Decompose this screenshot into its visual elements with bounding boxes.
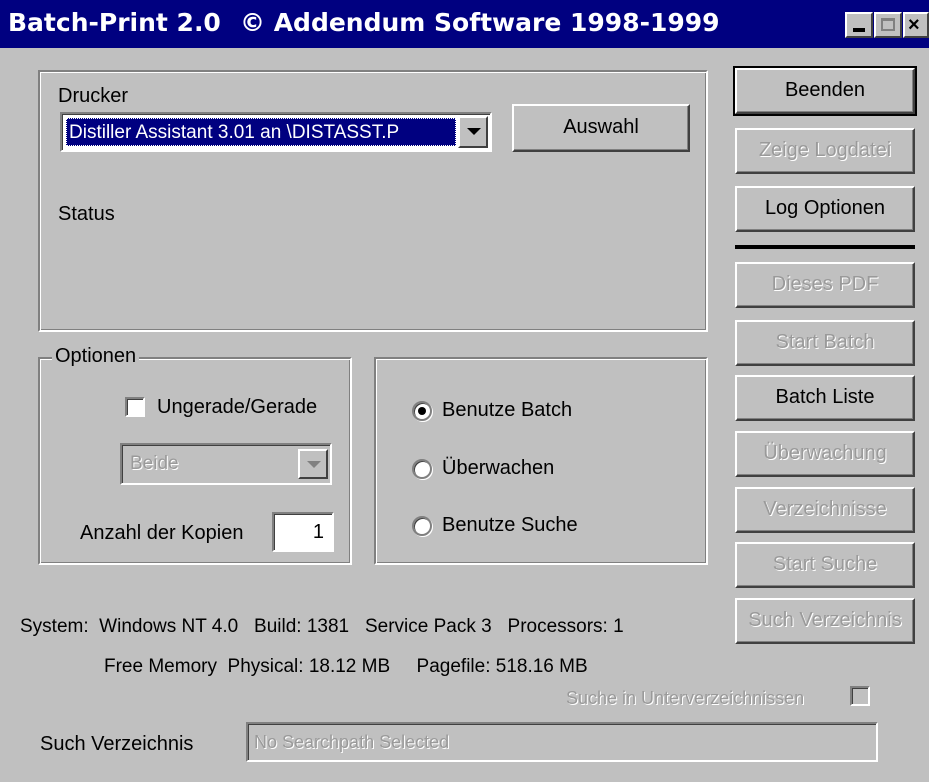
dieses-pdf-button[interactable]: Dieses PDF bbox=[735, 262, 915, 308]
chevron-down-icon bbox=[467, 128, 481, 135]
printer-label: Drucker bbox=[58, 85, 129, 107]
log-optionen-button[interactable]: Log Optionen bbox=[735, 186, 915, 232]
odd-even-label: Ungerade/Gerade bbox=[157, 396, 318, 418]
search-subdirs-label: Suche in Unterverzeichnissen bbox=[566, 688, 805, 708]
search-subdirs-checkbox[interactable] bbox=[850, 686, 870, 706]
batch-print-window: Batch-Print 2.0 © Addendum Software 1998… bbox=[0, 0, 929, 782]
close-icon: × bbox=[908, 14, 920, 36]
chevron-down-icon bbox=[307, 461, 321, 468]
such-verzeichnis-button[interactable]: Such Verzeichnis bbox=[735, 598, 915, 644]
memory-info-line: Free Memory Physical: 18.12 MB Pagefile:… bbox=[104, 656, 588, 677]
copies-input[interactable]: 1 bbox=[272, 512, 334, 552]
verzeichnisse-button[interactable]: Verzeichnisse bbox=[735, 487, 915, 533]
copies-label: Anzahl der Kopien bbox=[80, 522, 244, 544]
search-dir-input[interactable]: No Searchpath Selected bbox=[246, 722, 878, 762]
title-bar[interactable]: Batch-Print 2.0 © Addendum Software 1998… bbox=[0, 0, 929, 48]
radio-ueberwachen[interactable] bbox=[412, 459, 432, 479]
odd-even-checkbox[interactable] bbox=[125, 397, 145, 417]
maximize-icon bbox=[881, 18, 895, 31]
options-legend: Optionen bbox=[52, 345, 140, 368]
window-title: Batch-Print 2.0 bbox=[8, 8, 221, 37]
system-info-line: System: Windows NT 4.0 Build: 1381 Servi… bbox=[20, 616, 624, 637]
radio-benutze-suche[interactable] bbox=[412, 516, 432, 536]
pages-combobox[interactable]: Beide bbox=[120, 443, 332, 485]
copies-value: 1 bbox=[312, 521, 324, 543]
start-batch-button[interactable]: Start Batch bbox=[735, 320, 915, 366]
printer-combobox[interactable]: Distiller Assistant 3.01 an \DISTASST.P bbox=[60, 112, 492, 152]
pages-dropdown-button[interactable] bbox=[298, 449, 328, 479]
ueberwachung-button[interactable]: Überwachung bbox=[735, 431, 915, 477]
printer-selected-value: Distiller Assistant 3.01 an \DISTASST.P bbox=[66, 118, 456, 146]
window-copyright: © Addendum Software 1998-1999 bbox=[240, 8, 720, 37]
batch-liste-button[interactable]: Batch Liste bbox=[735, 375, 915, 421]
search-dir-value: No Searchpath Selected bbox=[254, 732, 450, 752]
minimize-icon bbox=[853, 28, 865, 32]
minimize-button[interactable] bbox=[845, 12, 873, 38]
zeige-logdatei-button[interactable]: Zeige Logdatei bbox=[735, 128, 915, 174]
ueberwachen-label: Überwachen bbox=[442, 457, 555, 479]
close-button[interactable]: × bbox=[903, 12, 929, 38]
maximize-button[interactable] bbox=[874, 12, 902, 38]
benutze-batch-label: Benutze Batch bbox=[442, 399, 573, 421]
radio-selected-dot bbox=[418, 407, 426, 415]
start-suche-button[interactable]: Start Suche bbox=[735, 542, 915, 588]
radio-benutze-batch[interactable] bbox=[412, 401, 432, 421]
beenden-button[interactable]: Beenden bbox=[733, 66, 917, 116]
button-separator bbox=[735, 245, 915, 249]
printer-dropdown-button[interactable] bbox=[458, 116, 488, 148]
benutze-suche-label: Benutze Suche bbox=[442, 514, 578, 536]
pages-selected-value: Beide bbox=[130, 453, 179, 474]
auswahl-button[interactable]: Auswahl bbox=[512, 104, 690, 152]
search-dir-label: Such Verzeichnis bbox=[40, 733, 194, 755]
status-label: Status bbox=[58, 203, 115, 225]
